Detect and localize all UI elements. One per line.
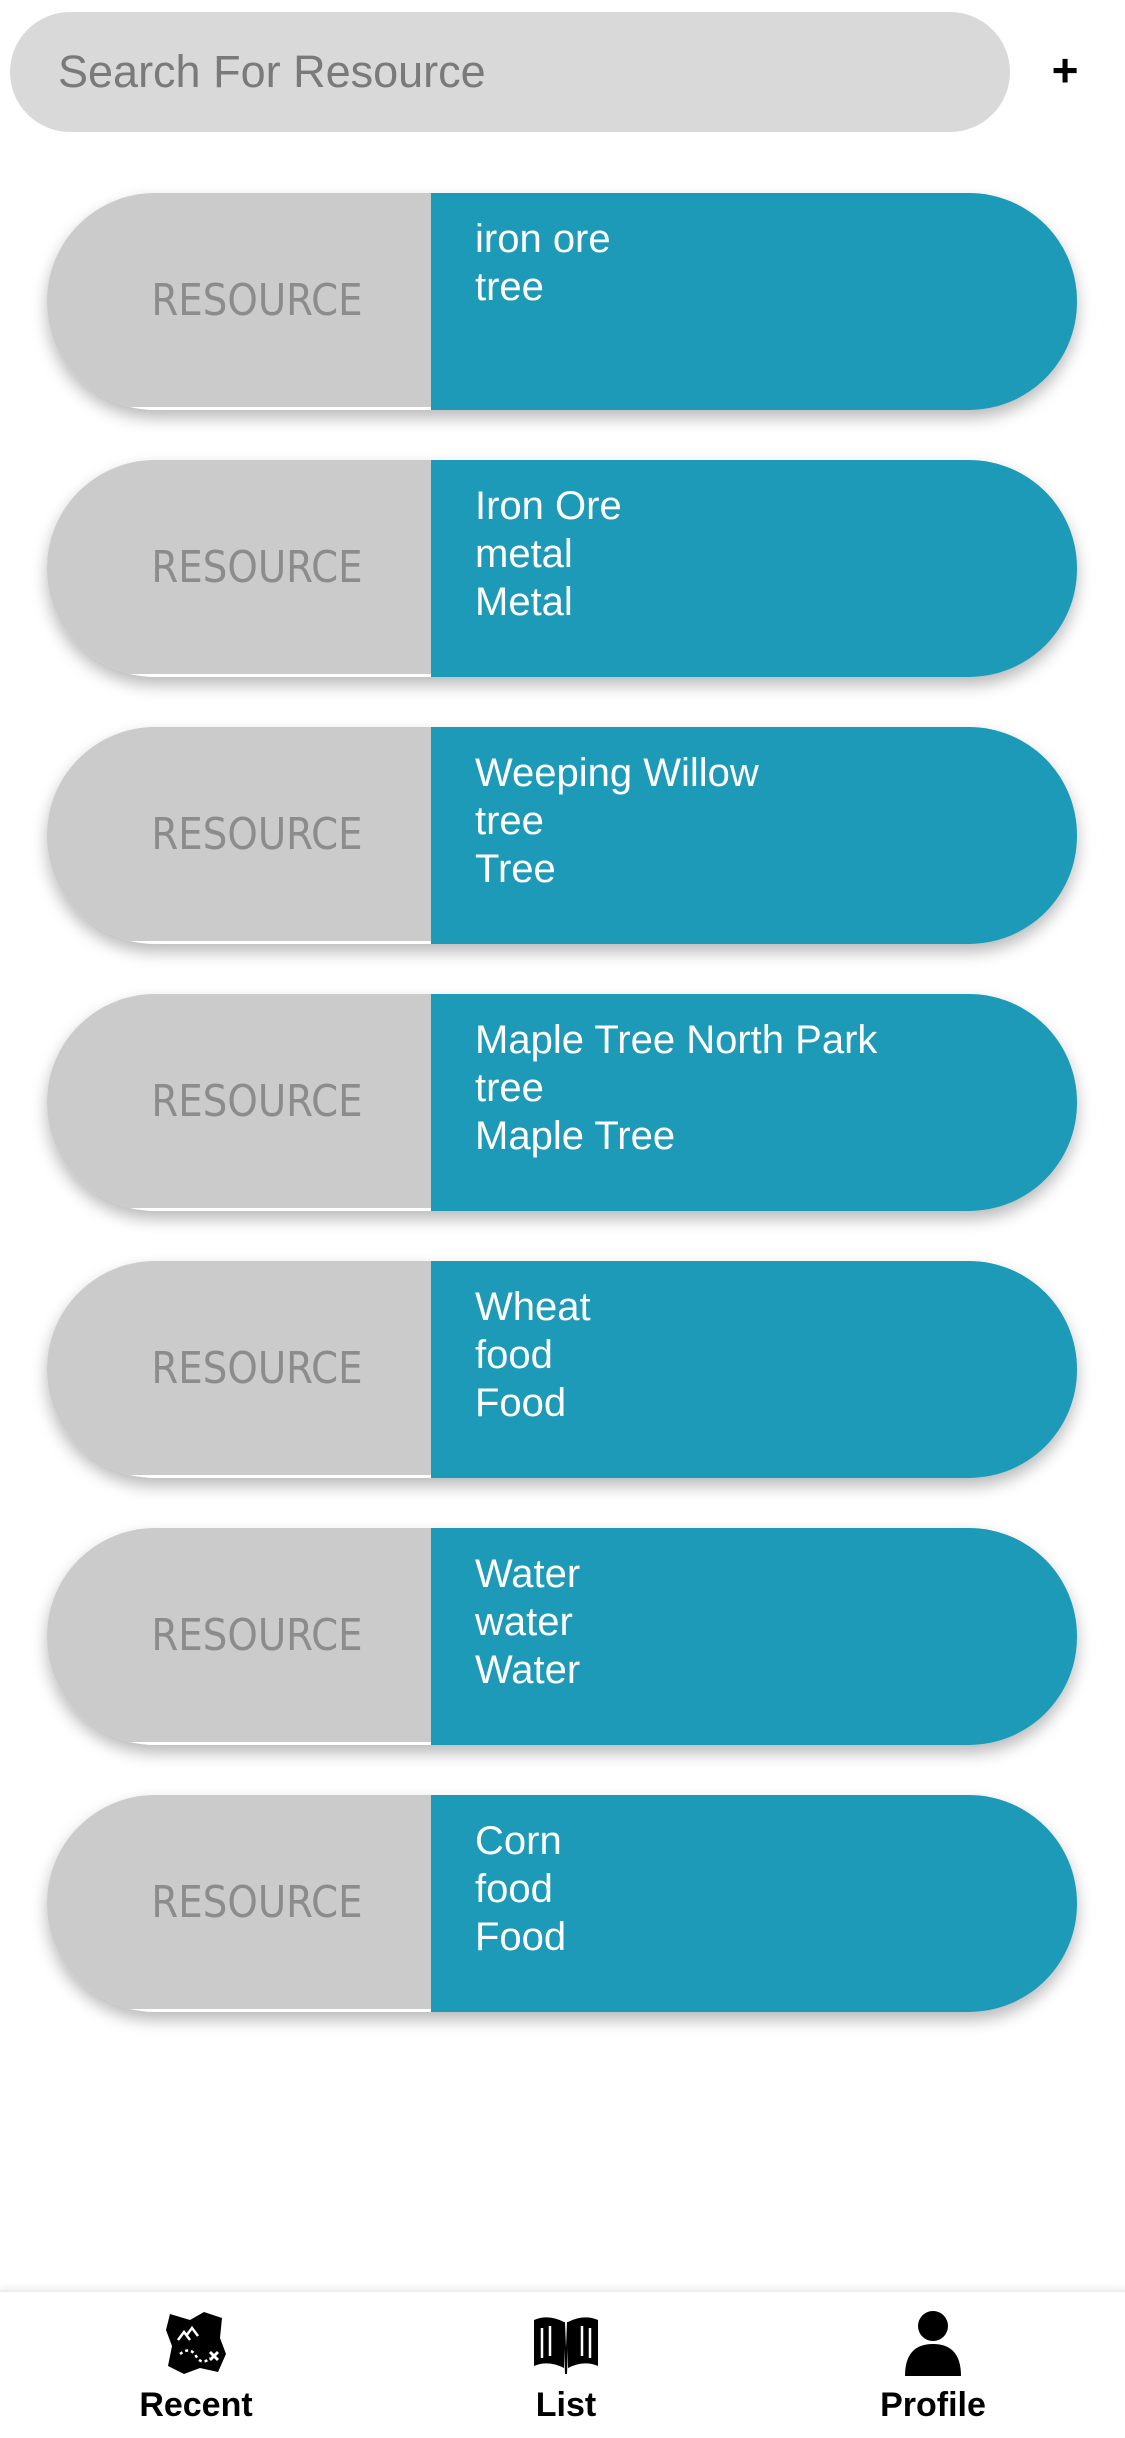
search-bar[interactable] <box>10 12 1010 132</box>
resource-tag: RESOURCE <box>151 1876 363 1928</box>
nav-label-list: List <box>535 2386 597 2424</box>
resource-tag-panel: RESOURCE <box>47 1528 431 1745</box>
resource-category: metal <box>475 532 573 576</box>
resource-type: Food <box>475 1915 567 1959</box>
resource-details: Water water Water <box>431 1528 1077 1745</box>
resource-details: Weeping Willow tree Tree <box>431 727 1077 944</box>
resource-card[interactable]: RESOURCE iron ore tree <box>47 193 1077 410</box>
resource-type: Metal <box>475 580 573 624</box>
resource-tag-panel: RESOURCE <box>47 1795 431 2012</box>
resource-tag: RESOURCE <box>151 541 363 593</box>
resource-tag: RESOURCE <box>151 1342 363 1394</box>
nav-label-profile: Profile <box>880 2386 986 2424</box>
search-input[interactable] <box>58 46 958 98</box>
resource-type: Water <box>475 1648 581 1692</box>
resource-tag-panel: RESOURCE <box>47 994 431 1211</box>
resource-name: Weeping Willow <box>475 751 759 795</box>
resource-tag-panel: RESOURCE <box>47 460 431 677</box>
resource-details: iron ore tree <box>431 193 1077 410</box>
treasure-map-icon <box>166 2312 226 2374</box>
resource-list: RESOURCE iron ore tree RESOURCE Iron Ore meta… <box>47 193 1077 2062</box>
resource-card[interactable]: RESOURCE Water water Water <box>47 1528 1077 1745</box>
nav-label-recent: Recent <box>139 2386 253 2424</box>
resource-tag: RESOURCE <box>151 1075 363 1127</box>
open-book-icon <box>534 2317 598 2375</box>
resource-card[interactable]: RESOURCE Wheat food Food <box>47 1261 1077 1478</box>
resource-type: Tree <box>475 847 556 891</box>
resource-tag-panel: RESOURCE <box>47 193 431 410</box>
resource-name: Wheat <box>475 1285 591 1329</box>
resource-category: tree <box>475 799 544 843</box>
resource-tag-panel: RESOURCE <box>47 727 431 944</box>
resource-category: food <box>475 1867 553 1911</box>
resource-name: Water <box>475 1552 581 1596</box>
resource-details: Iron Ore metal Metal <box>431 460 1077 677</box>
resource-type: Maple Tree <box>475 1114 676 1158</box>
nav-item-recent[interactable]: Recent <box>96 2306 296 2434</box>
resource-card[interactable]: RESOURCE Iron Ore metal Metal <box>47 460 1077 677</box>
resource-details: Maple Tree North Park tree Maple Tree <box>431 994 1077 1211</box>
resource-details: Corn food Food <box>431 1795 1077 2012</box>
resource-tag-panel: RESOURCE <box>47 1261 431 1478</box>
nav-item-list[interactable]: List <box>466 2306 666 2434</box>
resource-name: Maple Tree North Park <box>475 1018 878 1062</box>
add-resource-button[interactable]: + <box>1040 30 1090 110</box>
resource-name: Iron Ore <box>475 484 622 528</box>
resource-type: Food <box>475 1381 567 1425</box>
bottom-nav: Recent List Profile <box>0 2290 1125 2438</box>
resource-card[interactable]: RESOURCE Weeping Willow tree Tree <box>47 727 1077 944</box>
nav-item-profile[interactable]: Profile <box>833 2306 1033 2434</box>
resource-details: Wheat food Food <box>431 1261 1077 1478</box>
resource-name: iron ore <box>475 217 611 261</box>
resource-category: food <box>475 1333 553 1377</box>
resource-category: tree <box>475 265 544 309</box>
resource-tag: RESOURCE <box>151 1609 363 1661</box>
resource-name: Corn <box>475 1819 562 1863</box>
person-icon <box>905 2311 961 2376</box>
resource-tag: RESOURCE <box>151 808 363 860</box>
resource-card[interactable]: RESOURCE Corn food Food <box>47 1795 1077 2012</box>
resource-category: tree <box>475 1066 544 1110</box>
resource-card[interactable]: RESOURCE Maple Tree North Park tree Maple T… <box>47 994 1077 1211</box>
resource-tag: RESOURCE <box>151 274 363 326</box>
resource-category: water <box>475 1600 573 1644</box>
